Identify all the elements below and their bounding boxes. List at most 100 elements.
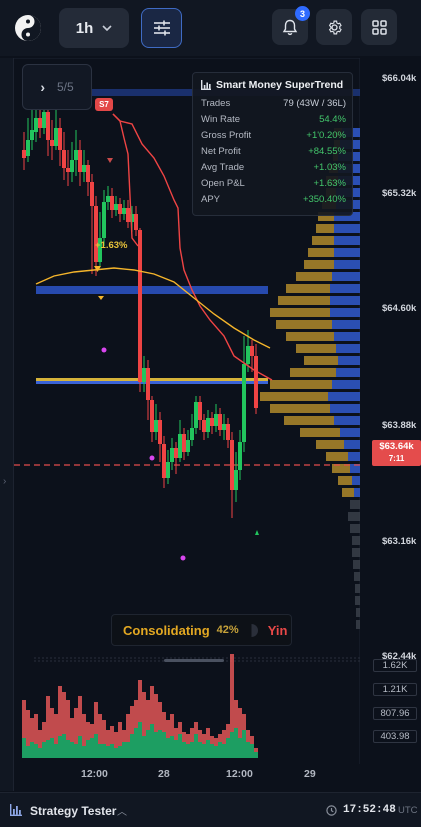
chevron-right-icon[interactable]: › <box>40 79 45 95</box>
volume-tick: 403.98 <box>373 730 417 743</box>
volume-bar <box>86 722 90 740</box>
volume-profile-bar <box>338 356 360 365</box>
volume-bar <box>198 742 202 758</box>
yin-yang-logo-icon[interactable] <box>14 14 42 42</box>
candle-body <box>202 420 206 432</box>
volume-bar <box>22 738 26 758</box>
volume-profile-bar <box>286 332 334 341</box>
bell-icon <box>282 19 298 35</box>
volume-bar <box>50 738 54 758</box>
volume-bar <box>154 694 158 732</box>
volume-bar <box>210 744 214 758</box>
candle-countdown: 7:11 <box>388 454 405 463</box>
volume-bar <box>106 746 110 758</box>
time-tick: 29 <box>304 768 316 780</box>
volume-bar <box>74 708 78 744</box>
time-axis[interactable]: 12:00 28 12:00 29 <box>14 764 360 784</box>
volume-bar <box>66 700 70 740</box>
volume-profile-bar <box>332 380 360 389</box>
candle-body <box>82 165 86 172</box>
candle-body <box>194 402 198 428</box>
bar-chart-icon <box>201 80 211 90</box>
volume-bar <box>238 708 242 738</box>
strategy-tester-tab[interactable]: Strategy Tester <box>30 804 116 818</box>
candle-body <box>182 434 186 452</box>
volume-bar <box>126 714 130 742</box>
stats-row: Gross Profit +1'0.20% <box>201 130 346 143</box>
volume-bar <box>194 734 198 758</box>
volume-bar <box>58 686 62 736</box>
side-panel-handle[interactable]: › <box>0 58 14 791</box>
event-marker <box>180 555 186 561</box>
volume-bar <box>90 738 94 758</box>
stats-row: Net Profit +84.55% <box>201 146 346 159</box>
price-tick: $64.60k <box>382 303 417 314</box>
volume-bar <box>106 730 110 746</box>
volume-profile-bar <box>334 332 360 341</box>
volume-bar <box>166 720 170 738</box>
time-tick: 12:00 <box>226 768 253 780</box>
indicator-pager[interactable]: › 5/5 <box>22 64 92 110</box>
stats-row-label: APY <box>201 194 221 205</box>
volume-bar <box>210 736 214 744</box>
stats-row-value: +1.03% <box>313 162 347 173</box>
notifications-button[interactable]: 3 <box>272 6 310 45</box>
volume-bar <box>170 736 174 758</box>
candle-body <box>170 448 174 462</box>
candle-body <box>226 424 230 440</box>
indicator-settings-button[interactable] <box>141 8 182 48</box>
timeframe-label: 1h <box>75 19 94 37</box>
volume-profile-bar <box>296 344 336 353</box>
candle-body <box>230 440 234 490</box>
volume-bar <box>94 702 98 734</box>
volume-profile-bar <box>344 440 360 449</box>
volume-bar <box>194 722 198 734</box>
volume-bar <box>190 742 194 758</box>
volume-profile-bar <box>270 308 330 317</box>
price-axis[interactable]: $66.04k $65.32k $64.60k $63.88k $63.16k … <box>360 58 421 728</box>
volume-bar <box>134 728 138 758</box>
volume-bar <box>86 740 90 758</box>
regime-state: Consolidating <box>123 622 210 638</box>
volume-profile-bar <box>352 536 360 545</box>
candle-body <box>254 356 258 408</box>
timeframe-dropdown[interactable]: 1h <box>59 8 129 48</box>
candle-body <box>102 202 106 238</box>
candle-body <box>166 462 170 478</box>
volume-bar <box>138 680 142 722</box>
pane-resize-handle <box>164 659 224 662</box>
volume-bar <box>22 700 26 738</box>
candle-body <box>162 444 166 478</box>
volume-bar <box>30 718 34 742</box>
volume-profile-bar <box>330 296 360 305</box>
stats-row-value: 79 (43W / 36L) <box>283 98 346 109</box>
volume-profile-bar <box>308 248 334 257</box>
volume-profile-bar <box>326 452 348 461</box>
volume-profile-bar <box>350 500 360 509</box>
layout-button[interactable] <box>361 9 397 45</box>
timezone-label[interactable]: UTC <box>398 805 418 816</box>
key-level-line <box>36 378 268 381</box>
volume-bar <box>174 728 178 740</box>
candle-body <box>66 168 70 172</box>
candle-body <box>134 214 138 230</box>
chevron-up-icon[interactable]: ︿ <box>117 803 127 818</box>
stats-row-value: +1'0.20% <box>306 130 346 141</box>
volume-profile-bar <box>334 224 360 233</box>
volume-bar <box>114 732 118 748</box>
volume-bar <box>46 740 50 758</box>
volume-bar <box>46 696 50 740</box>
candle-body <box>246 346 250 364</box>
stats-row: Avg Trade +1.03% <box>201 162 346 175</box>
volume-profile-bar <box>340 428 360 437</box>
settings-button[interactable] <box>316 9 352 45</box>
time-tick: 28 <box>158 768 170 780</box>
event-marker <box>149 455 155 461</box>
stats-row: Open P&L +1.63% <box>201 178 346 191</box>
volume-profile-bar <box>276 320 332 329</box>
candle-body <box>38 118 42 128</box>
volume-bar <box>118 746 122 758</box>
volume-profile-bar <box>260 392 328 401</box>
stats-row-label: Win Rate <box>201 114 241 125</box>
candle-body <box>126 208 130 222</box>
